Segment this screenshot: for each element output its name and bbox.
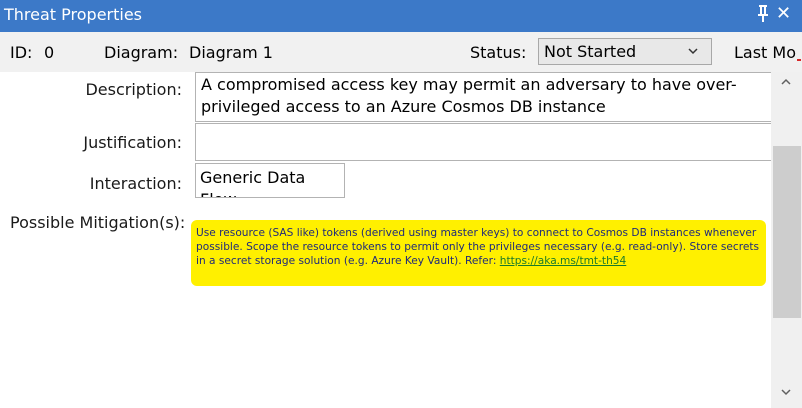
last-modified-label: Last Mo <box>734 43 797 62</box>
title-bar: Threat Properties <box>0 0 802 32</box>
justification-label: Justification: <box>83 133 182 152</box>
status-value: Not Started <box>544 42 637 61</box>
status-label: Status: <box>470 43 527 62</box>
diagram-label: Diagram: <box>104 43 179 62</box>
status-dropdown[interactable]: Not Started <box>538 38 712 65</box>
mitigation-label: Possible Mitigation(s): <box>10 213 186 232</box>
id-value: 0 <box>44 43 55 62</box>
divider-marker <box>797 59 801 61</box>
mitigation-text: Use resource (SAS like) tokens (derived … <box>196 227 760 267</box>
scroll-down-icon[interactable] <box>780 386 792 398</box>
interaction-label: Interaction: <box>89 174 182 193</box>
description-text: A compromised access key may permit an a… <box>201 75 737 116</box>
chevron-down-icon <box>688 48 698 55</box>
close-icon[interactable]: ✕ <box>776 3 791 25</box>
scroll-up-icon[interactable] <box>780 76 792 88</box>
pin-icon[interactable] <box>756 4 770 24</box>
interaction-text: Generic Data Flow <box>200 168 306 197</box>
description-field[interactable]: A compromised access key may permit an a… <box>195 72 772 122</box>
scrollbar-thumb[interactable] <box>773 146 801 318</box>
mitigation-link[interactable]: https://aka.ms/tmt-th54 <box>500 255 626 267</box>
mitigation-text-block: Use resource (SAS like) tokens (derived … <box>196 226 766 268</box>
id-label: ID: <box>10 43 33 62</box>
interaction-field[interactable]: Generic Data Flow <box>195 163 345 198</box>
diagram-value: Diagram 1 <box>189 43 273 62</box>
window-title: Threat Properties <box>4 5 143 24</box>
description-label: Description: <box>85 80 182 99</box>
justification-field[interactable] <box>195 123 772 161</box>
